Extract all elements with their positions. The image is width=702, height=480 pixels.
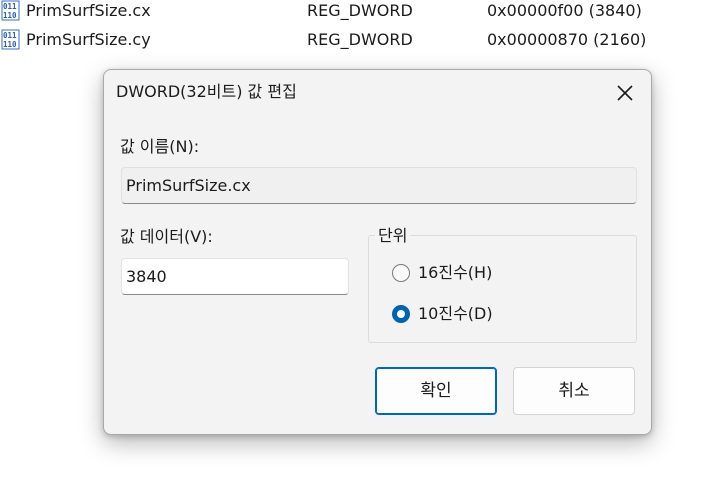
base-groupbox bbox=[368, 235, 637, 343]
registry-value-type: REG_DWORD bbox=[307, 30, 413, 49]
close-icon bbox=[617, 85, 633, 101]
ok-button[interactable]: 확인 bbox=[375, 367, 497, 415]
svg-text:110: 110 bbox=[3, 11, 17, 20]
registry-binary-value-icon: 011 110 bbox=[1, 0, 20, 21]
registry-binary-value-icon: 011 110 bbox=[1, 29, 20, 50]
registry-value-type: REG_DWORD bbox=[307, 1, 413, 20]
value-data-input[interactable] bbox=[121, 258, 349, 295]
registry-value-name: PrimSurfSize.cx bbox=[26, 1, 151, 20]
svg-text:011: 011 bbox=[3, 2, 17, 11]
registry-value-row[interactable]: 011 110 PrimSurfSize.cx REG_DWORD 0x0000… bbox=[0, 0, 702, 28]
dialog-title: DWORD(32비트) 값 편집 bbox=[116, 82, 297, 101]
registry-value-data: 0x00000870 (2160) bbox=[487, 30, 647, 49]
value-name-field[interactable] bbox=[121, 167, 637, 204]
decimal-radio[interactable] bbox=[392, 305, 410, 323]
edit-dword-dialog: DWORD(32비트) 값 편집 값 이름(N): 값 데이터(V): 단위 1… bbox=[103, 69, 652, 435]
decimal-radio-label[interactable]: 10진수(D) bbox=[418, 303, 493, 325]
hexadecimal-radio[interactable] bbox=[392, 264, 410, 282]
base-group-label: 단위 bbox=[375, 225, 411, 247]
registry-value-data: 0x00000f00 (3840) bbox=[487, 1, 642, 20]
value-data-label: 값 데이터(V): bbox=[120, 227, 213, 246]
cancel-button[interactable]: 취소 bbox=[513, 367, 635, 415]
registry-value-name: PrimSurfSize.cy bbox=[26, 30, 151, 49]
hexadecimal-radio-label[interactable]: 16진수(H) bbox=[418, 262, 492, 284]
value-name-label: 값 이름(N): bbox=[120, 137, 200, 156]
registry-value-row[interactable]: 011 110 PrimSurfSize.cy REG_DWORD 0x0000… bbox=[0, 29, 702, 57]
svg-text:110: 110 bbox=[3, 40, 17, 49]
svg-text:011: 011 bbox=[3, 31, 17, 40]
close-button[interactable] bbox=[610, 78, 640, 108]
